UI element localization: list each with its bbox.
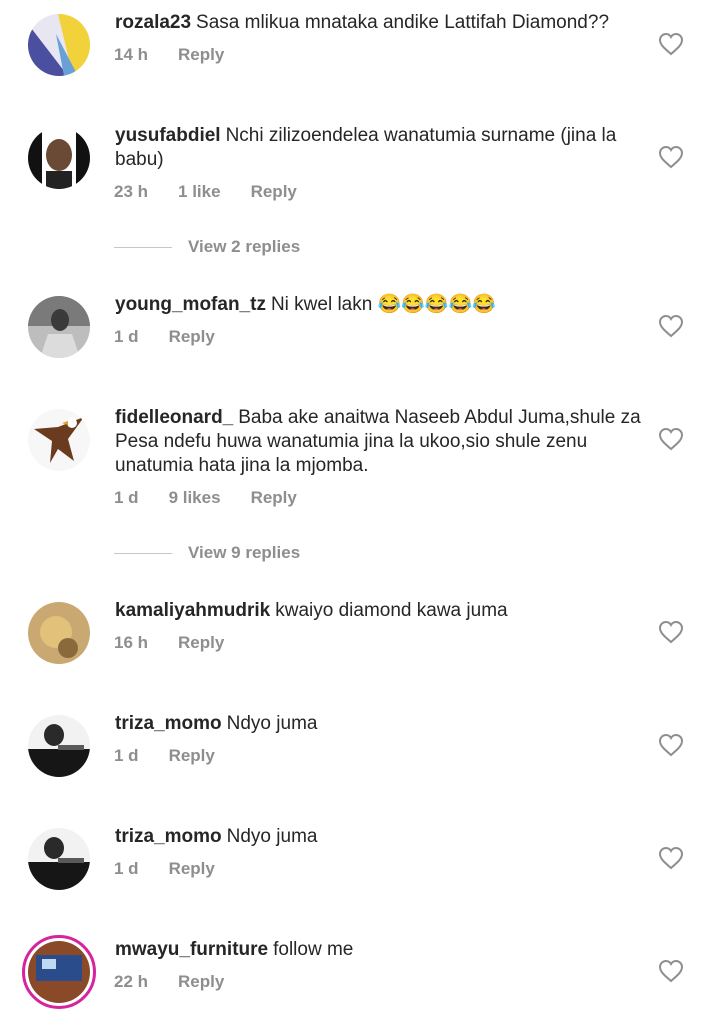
comment-meta: 14 h Reply bbox=[114, 45, 254, 65]
avatar[interactable] bbox=[28, 127, 90, 189]
comment-time: 23 h bbox=[114, 182, 149, 201]
comment-time: 1 d bbox=[114, 327, 139, 346]
comment-meta: 22 h Reply bbox=[114, 972, 254, 992]
comment-time: 1 d bbox=[114, 859, 139, 878]
divider bbox=[114, 247, 172, 249]
comment-text: yusufabdiel Nchi zilizoendelea wanatumia … bbox=[115, 124, 645, 172]
comment-username[interactable]: triza_momo bbox=[115, 826, 222, 847]
heart-icon[interactable] bbox=[658, 145, 684, 169]
heart-icon[interactable] bbox=[658, 846, 684, 870]
comment-meta: 1 d Reply bbox=[114, 327, 245, 347]
comment-body: kwaiyo diamond kawa juma bbox=[275, 600, 508, 621]
reply-button[interactable]: Reply bbox=[169, 327, 215, 346]
comment-text: young_mofan_tz Ni kwel lakn 😂😂😂😂😂 bbox=[115, 293, 645, 317]
view-replies-button[interactable]: View 9 replies bbox=[114, 543, 300, 563]
comment-text: rozala23 Sasa mlikua mnataka andike Latti… bbox=[115, 11, 645, 35]
heart-icon[interactable] bbox=[658, 32, 684, 56]
comment-username[interactable]: fidelleonard_ bbox=[115, 407, 233, 428]
avatar[interactable] bbox=[28, 715, 90, 777]
comment-text: triza_momo Ndyo juma bbox=[115, 712, 645, 736]
comment-text: fidelleonard_ Baba ake anaitwa Naseeb Abd… bbox=[115, 406, 645, 478]
comment-time: 1 d bbox=[114, 746, 139, 765]
heart-icon[interactable] bbox=[658, 427, 684, 451]
comment-time: 14 h bbox=[114, 45, 149, 64]
avatar[interactable] bbox=[28, 296, 90, 358]
avatar[interactable] bbox=[28, 14, 90, 76]
comment-body: Ndyo juma bbox=[226, 713, 318, 734]
comment-meta: 16 h Reply bbox=[114, 633, 254, 653]
heart-icon[interactable] bbox=[658, 733, 684, 757]
reply-button[interactable]: Reply bbox=[169, 746, 215, 765]
comment-meta: 1 d 9 likes Reply bbox=[114, 488, 327, 508]
like-count[interactable]: 1 like bbox=[178, 182, 221, 201]
reply-button[interactable]: Reply bbox=[169, 859, 215, 878]
reply-button[interactable]: Reply bbox=[178, 45, 224, 64]
comment-text: kamaliyahmudrik kwaiyo diamond kawa juma bbox=[115, 599, 645, 623]
comment-body: Ndyo juma bbox=[226, 826, 318, 847]
like-count[interactable]: 9 likes bbox=[169, 488, 221, 507]
avatar-story-ring[interactable] bbox=[22, 935, 96, 1009]
comment-time: 1 d bbox=[114, 488, 139, 507]
view-replies-label: View 2 replies bbox=[188, 237, 301, 256]
comment-time: 22 h bbox=[114, 972, 149, 991]
comment-meta: 1 d Reply bbox=[114, 859, 245, 879]
reply-button[interactable]: Reply bbox=[178, 972, 224, 991]
heart-icon[interactable] bbox=[658, 620, 684, 644]
view-replies-button[interactable]: View 2 replies bbox=[114, 237, 300, 257]
comment-username[interactable]: rozala23 bbox=[115, 12, 191, 33]
comment-meta: 23 h 1 like Reply bbox=[114, 182, 327, 202]
comment-meta: 1 d Reply bbox=[114, 746, 245, 766]
comment-body: Ni kwel lakn 😂😂😂😂😂 bbox=[270, 294, 496, 315]
comment-username[interactable]: triza_momo bbox=[115, 713, 222, 734]
comment-time: 16 h bbox=[114, 633, 149, 652]
avatar bbox=[28, 941, 90, 1003]
comment-body: Sasa mlikua mnataka andike Lattifah Diam… bbox=[196, 12, 610, 33]
comment-username[interactable]: mwayu_furniture bbox=[115, 939, 268, 960]
avatar[interactable] bbox=[28, 828, 90, 890]
avatar[interactable] bbox=[28, 602, 90, 664]
comment-username[interactable]: yusufabdiel bbox=[115, 125, 221, 146]
reply-button[interactable]: Reply bbox=[251, 488, 297, 507]
comment-username[interactable]: young_mofan_tz bbox=[115, 294, 266, 315]
heart-icon[interactable] bbox=[658, 959, 684, 983]
heart-icon[interactable] bbox=[658, 314, 684, 338]
comment-text: mwayu_furniture follow me bbox=[115, 938, 645, 962]
reply-button[interactable]: Reply bbox=[251, 182, 297, 201]
reply-button[interactable]: Reply bbox=[178, 633, 224, 652]
view-replies-label: View 9 replies bbox=[188, 543, 301, 562]
comment-username[interactable]: kamaliyahmudrik bbox=[115, 600, 270, 621]
comment-text: triza_momo Ndyo juma bbox=[115, 825, 645, 849]
avatar[interactable] bbox=[28, 409, 90, 471]
comment-body: follow me bbox=[273, 939, 354, 960]
divider bbox=[114, 553, 172, 555]
